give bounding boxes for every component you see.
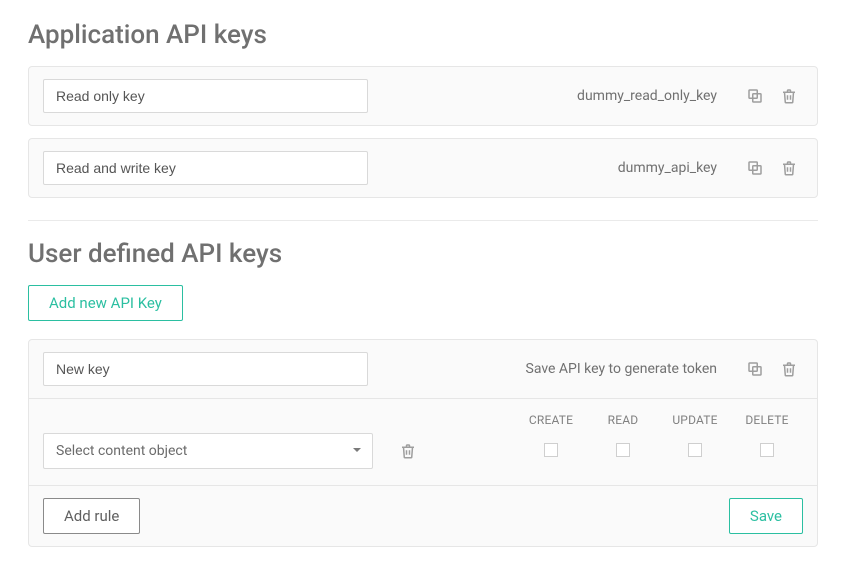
permission-row: Select content object bbox=[29, 433, 817, 485]
copy-icon[interactable] bbox=[741, 355, 769, 383]
content-object-select[interactable]: Select content object bbox=[43, 433, 373, 469]
api-key-name-input[interactable] bbox=[43, 151, 368, 185]
api-key-card: dummy_read_only_key bbox=[28, 66, 818, 126]
api-key-token: dummy_api_key bbox=[618, 160, 717, 176]
trash-icon[interactable] bbox=[775, 355, 803, 383]
permission-create-checkbox[interactable] bbox=[544, 443, 558, 457]
permission-header-update: UPDATE bbox=[659, 413, 731, 427]
save-button[interactable]: Save bbox=[729, 498, 803, 534]
permission-update-checkbox[interactable] bbox=[688, 443, 702, 457]
api-key-token: dummy_read_only_key bbox=[577, 88, 717, 104]
content-object-select-placeholder: Select content object bbox=[56, 443, 187, 459]
copy-icon[interactable] bbox=[741, 154, 769, 182]
user-api-key-token-message: Save API key to generate token bbox=[526, 361, 718, 377]
application-api-keys-title: Application API keys bbox=[28, 20, 818, 50]
add-new-api-key-button[interactable]: Add new API Key bbox=[28, 285, 183, 321]
permissions-header: CREATE READ UPDATE DELETE bbox=[29, 398, 817, 433]
permission-read-checkbox[interactable] bbox=[616, 443, 630, 457]
api-key-name-input[interactable] bbox=[43, 79, 368, 113]
api-key-card: dummy_api_key bbox=[28, 138, 818, 198]
trash-icon[interactable] bbox=[775, 154, 803, 182]
permission-delete-checkbox[interactable] bbox=[760, 443, 774, 457]
copy-icon[interactable] bbox=[741, 82, 769, 110]
add-rule-button[interactable]: Add rule bbox=[43, 498, 140, 534]
trash-icon[interactable] bbox=[775, 82, 803, 110]
permission-header-delete: DELETE bbox=[731, 413, 803, 427]
user-api-key-card: Save API key to generate token CREATE bbox=[28, 339, 818, 547]
user-defined-api-keys-title: User defined API keys bbox=[28, 239, 818, 269]
chevron-down-icon bbox=[352, 443, 362, 459]
section-divider bbox=[28, 220, 818, 221]
trash-icon[interactable] bbox=[394, 437, 422, 465]
permission-header-create: CREATE bbox=[515, 413, 587, 427]
user-api-key-name-input[interactable] bbox=[43, 352, 368, 386]
permission-header-read: READ bbox=[587, 413, 659, 427]
